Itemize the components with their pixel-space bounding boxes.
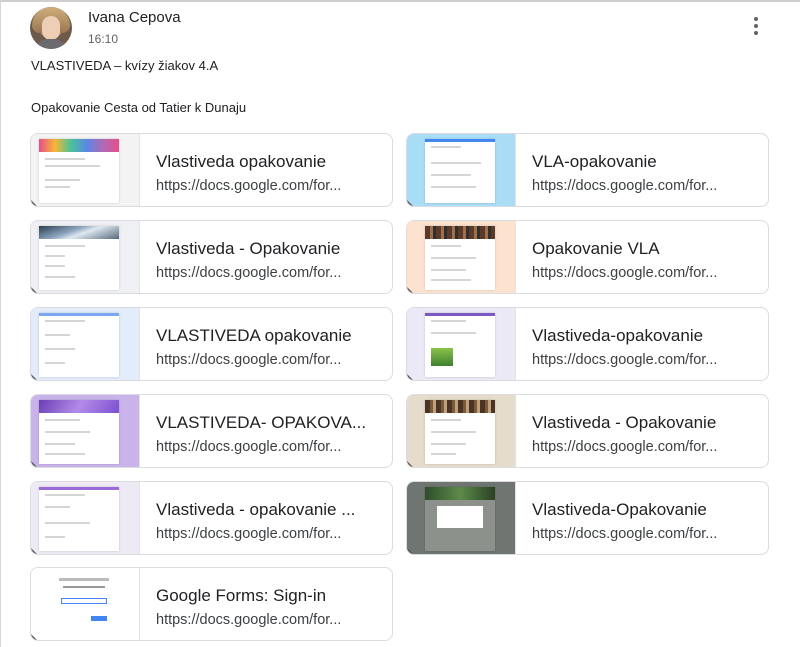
form-thumbnail: [31, 308, 140, 380]
card-title[interactable]: Vlastiveda - Opakovanie: [532, 412, 747, 434]
form-thumbnail: [407, 482, 516, 554]
card-url[interactable]: https://docs.google.com/for...: [156, 524, 356, 544]
link-card[interactable]: Vlastiveda - Opakovanie https://docs.goo…: [406, 394, 769, 468]
link-card[interactable]: VLASTIVEDA opakovanie https://docs.googl…: [30, 307, 393, 381]
post-header: Ivana Cepova 16:10: [30, 6, 181, 50]
author-block: Ivana Cepova 16:10: [88, 9, 181, 47]
link-card[interactable]: Vlastiveda - Opakovanie https://docs.goo…: [30, 220, 393, 294]
card-title[interactable]: VLA-opakovanie: [532, 151, 747, 173]
link-card[interactable]: Google Forms: Sign-in https://docs.googl…: [30, 567, 393, 641]
card-url[interactable]: https://docs.google.com/for...: [532, 176, 732, 196]
card-title[interactable]: Google Forms: Sign-in: [156, 585, 371, 607]
form-thumbnail: [31, 134, 140, 206]
card-title[interactable]: Vlastiveda-opakovanie: [532, 325, 747, 347]
card-title[interactable]: Vlastiveda - opakovanie ...: [156, 499, 371, 521]
card-url[interactable]: https://docs.google.com/for...: [532, 350, 732, 370]
card-title[interactable]: VLASTIVEDA opakovanie: [156, 325, 371, 347]
form-thumbnail: [407, 395, 516, 467]
card-url[interactable]: https://docs.google.com/for...: [156, 263, 356, 283]
card-url[interactable]: https://docs.google.com/for...: [156, 437, 356, 457]
card-url[interactable]: https://docs.google.com/for...: [532, 263, 732, 283]
link-card[interactable]: VLASTIVEDA- OPAKOVA... https://docs.goog…: [30, 394, 393, 468]
more-options-icon[interactable]: [744, 14, 768, 38]
link-card[interactable]: Vlastiveda - opakovanie ... https://docs…: [30, 481, 393, 555]
post-time: 16:10: [88, 32, 119, 46]
form-thumbnail: [407, 308, 516, 380]
card-url[interactable]: https://docs.google.com/for...: [156, 610, 356, 630]
card-title[interactable]: VLASTIVEDA- OPAKOVA...: [156, 412, 371, 434]
author-name[interactable]: Ivana Cepova: [88, 9, 181, 27]
link-card[interactable]: Vlastiveda-opakovanie https://docs.googl…: [406, 307, 769, 381]
form-thumbnail: [407, 221, 516, 293]
link-card[interactable]: Vlastiveda opakovanie https://docs.googl…: [30, 133, 393, 207]
link-card[interactable]: VLA-opakovanie https://docs.google.com/f…: [406, 133, 769, 207]
card-url[interactable]: https://docs.google.com/for...: [156, 176, 356, 196]
card-title[interactable]: Opakovanie VLA: [532, 238, 747, 260]
form-thumbnail: [31, 395, 140, 467]
card-url[interactable]: https://docs.google.com/for...: [532, 437, 732, 457]
post-text-line-2: Opakovanie Cesta od Tatier k Dunaju: [31, 100, 247, 115]
card-title[interactable]: Vlastiveda - Opakovanie: [156, 238, 371, 260]
form-thumbnail: [31, 568, 140, 640]
link-card[interactable]: Vlastiveda-Opakovanie https://docs.googl…: [406, 481, 769, 555]
card-url[interactable]: https://docs.google.com/for...: [532, 524, 732, 544]
post-text-line-1: VLASTIVEDA – kvízy žiakov 4.A: [31, 58, 219, 73]
card-title[interactable]: Vlastiveda-Opakovanie: [532, 499, 747, 521]
avatar[interactable]: [30, 7, 72, 49]
card-url[interactable]: https://docs.google.com/for...: [156, 350, 356, 370]
form-thumbnail: [31, 221, 140, 293]
link-card[interactable]: Opakovanie VLA https://docs.google.com/f…: [406, 220, 769, 294]
form-thumbnail: [407, 134, 516, 206]
card-title[interactable]: Vlastiveda opakovanie: [156, 151, 371, 173]
form-thumbnail: [31, 482, 140, 554]
